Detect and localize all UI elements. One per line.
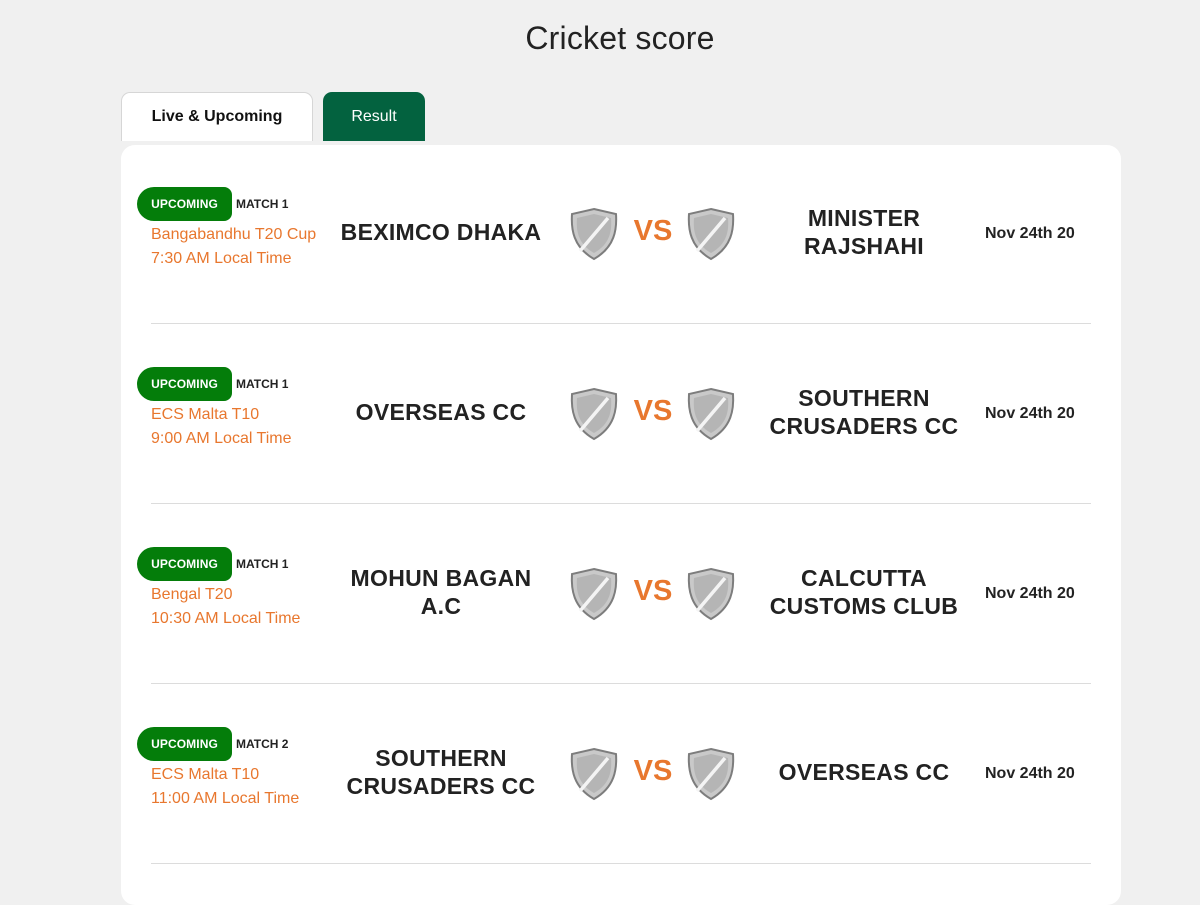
match-list: UPCOMING MATCH 1 Bangabandhu T20 Cup 7:3… [121,145,1121,905]
team-b-name: MINISTER RAJSHAHI [804,205,924,259]
shield-icon [570,387,618,441]
match-number: MATCH 2 [236,737,289,751]
shield-icon [687,747,735,801]
team-a-name: SOUTHERN CRUSADERS CC [346,745,536,799]
row-divider [151,863,1091,864]
row-divider [151,503,1091,504]
vs-label: VS [633,215,673,247]
match-meta: UPCOMING MATCH 2 ECS Malta T10 11:00 AM … [137,727,337,811]
status-badge: UPCOMING [137,187,232,221]
vs-label: VS [633,575,673,607]
match-number: MATCH 1 [236,557,289,571]
league-name: ECS Malta T10 [151,406,260,423]
match-time: 7:30 AM Local Time [151,250,292,267]
tab-bar: Live & Upcoming Result [121,92,425,141]
match-number: MATCH 1 [236,197,289,211]
match-time: 10:30 AM Local Time [151,610,301,627]
team-b-name: CALCUTTA CUSTOMS CLUB [769,565,959,619]
match-card[interactable]: UPCOMING MATCH 1 Bangabandhu T20 Cup 7:3… [121,145,1121,325]
page-title: Cricket score [525,20,715,56]
match-card[interactable]: UPCOMING MATCH 2 ECS Malta T10 11:00 AM … [121,685,1121,865]
match-meta: UPCOMING MATCH 1 ECS Malta T10 9:00 AM L… [137,367,337,451]
shield-icon [570,207,618,261]
league-name: Bangabandhu T20 Cup [151,226,317,243]
status-badge: UPCOMING [137,367,232,401]
team-a-name: MOHUN BAGAN A.C [350,565,532,619]
match-meta: UPCOMING MATCH 1 Bangabandhu T20 Cup 7:3… [137,187,337,271]
shield-icon [570,567,618,621]
match-card[interactable]: UPCOMING MATCH 1 Bengal T20 10:30 AM Loc… [121,505,1121,685]
match-number: MATCH 1 [236,377,289,391]
match-time: 11:00 AM Local Time [151,790,300,807]
match-date: Nov 24th 20 [985,225,1075,242]
row-divider [151,683,1091,684]
league-name: Bengal T20 [151,586,233,603]
tab-live-upcoming[interactable]: Live & Upcoming [121,92,313,141]
tab-result[interactable]: Result [323,92,425,141]
match-card[interactable]: UPCOMING MATCH 1 ECS Malta T10 9:00 AM L… [121,325,1121,505]
match-meta: UPCOMING MATCH 1 Bengal T20 10:30 AM Loc… [137,547,337,631]
team-b-name: SOUTHERN CRUSADERS CC [769,385,959,439]
match-time: 9:00 AM Local Time [151,430,292,447]
match-date: Nov 24th 20 [985,405,1075,422]
team-b-name: OVERSEAS CC [778,759,950,785]
status-badge: UPCOMING [137,727,232,761]
shield-icon [687,207,735,261]
match-date: Nov 24th 20 [985,585,1075,602]
team-a-name: BEXIMCO DHAKA [340,219,542,245]
shield-icon [570,747,618,801]
match-date: Nov 24th 20 [985,765,1075,782]
row-divider [151,323,1091,324]
vs-label: VS [633,755,673,787]
shield-icon [687,567,735,621]
league-name: ECS Malta T10 [151,766,260,783]
status-badge: UPCOMING [137,547,232,581]
shield-icon [687,387,735,441]
team-a-name: OVERSEAS CC [355,399,527,425]
vs-label: VS [633,395,673,427]
